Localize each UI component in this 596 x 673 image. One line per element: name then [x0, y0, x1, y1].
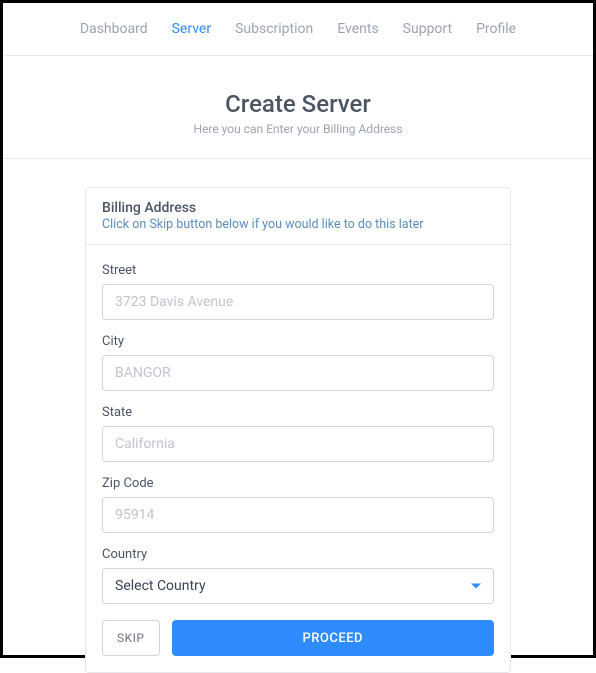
- state-input[interactable]: [102, 426, 494, 462]
- field-street: Street: [102, 263, 494, 320]
- field-country: Country Select Country: [102, 547, 494, 604]
- city-input[interactable]: [102, 355, 494, 391]
- card-header: Billing Address Click on Skip button bel…: [86, 188, 510, 245]
- field-city: City: [102, 334, 494, 391]
- zip-label: Zip Code: [102, 476, 494, 491]
- page-title: Create Server: [3, 90, 593, 118]
- country-select[interactable]: Select Country: [102, 568, 494, 604]
- nav-item-events[interactable]: Events: [337, 21, 378, 37]
- nav-item-subscription[interactable]: Subscription: [235, 21, 313, 37]
- state-label: State: [102, 405, 494, 420]
- card-title: Billing Address: [102, 200, 494, 216]
- proceed-button[interactable]: PROCEED: [172, 620, 495, 656]
- nav-item-server[interactable]: Server: [172, 21, 211, 37]
- zip-input[interactable]: [102, 497, 494, 533]
- nav-item-dashboard[interactable]: Dashboard: [80, 21, 148, 37]
- action-row: SKIP PROCEED: [102, 620, 494, 656]
- top-nav: Dashboard Server Subscription Events Sup…: [3, 3, 593, 56]
- street-input[interactable]: [102, 284, 494, 320]
- chevron-down-icon: [471, 584, 481, 589]
- street-label: Street: [102, 263, 494, 278]
- nav-item-support[interactable]: Support: [403, 21, 452, 37]
- field-zip: Zip Code: [102, 476, 494, 533]
- page-header: Create Server Here you can Enter your Bi…: [3, 56, 593, 159]
- skip-button[interactable]: SKIP: [102, 620, 160, 656]
- billing-card: Billing Address Click on Skip button bel…: [85, 187, 511, 673]
- country-label: Country: [102, 547, 494, 562]
- page-subtitle: Here you can Enter your Billing Address: [3, 122, 593, 136]
- card-subtitle: Click on Skip button below if you would …: [102, 217, 494, 232]
- field-state: State: [102, 405, 494, 462]
- card-body: Street City State Zip Code Country Selec…: [86, 245, 510, 672]
- nav-item-profile[interactable]: Profile: [476, 21, 516, 37]
- city-label: City: [102, 334, 494, 349]
- country-selected-value: Select Country: [103, 569, 493, 603]
